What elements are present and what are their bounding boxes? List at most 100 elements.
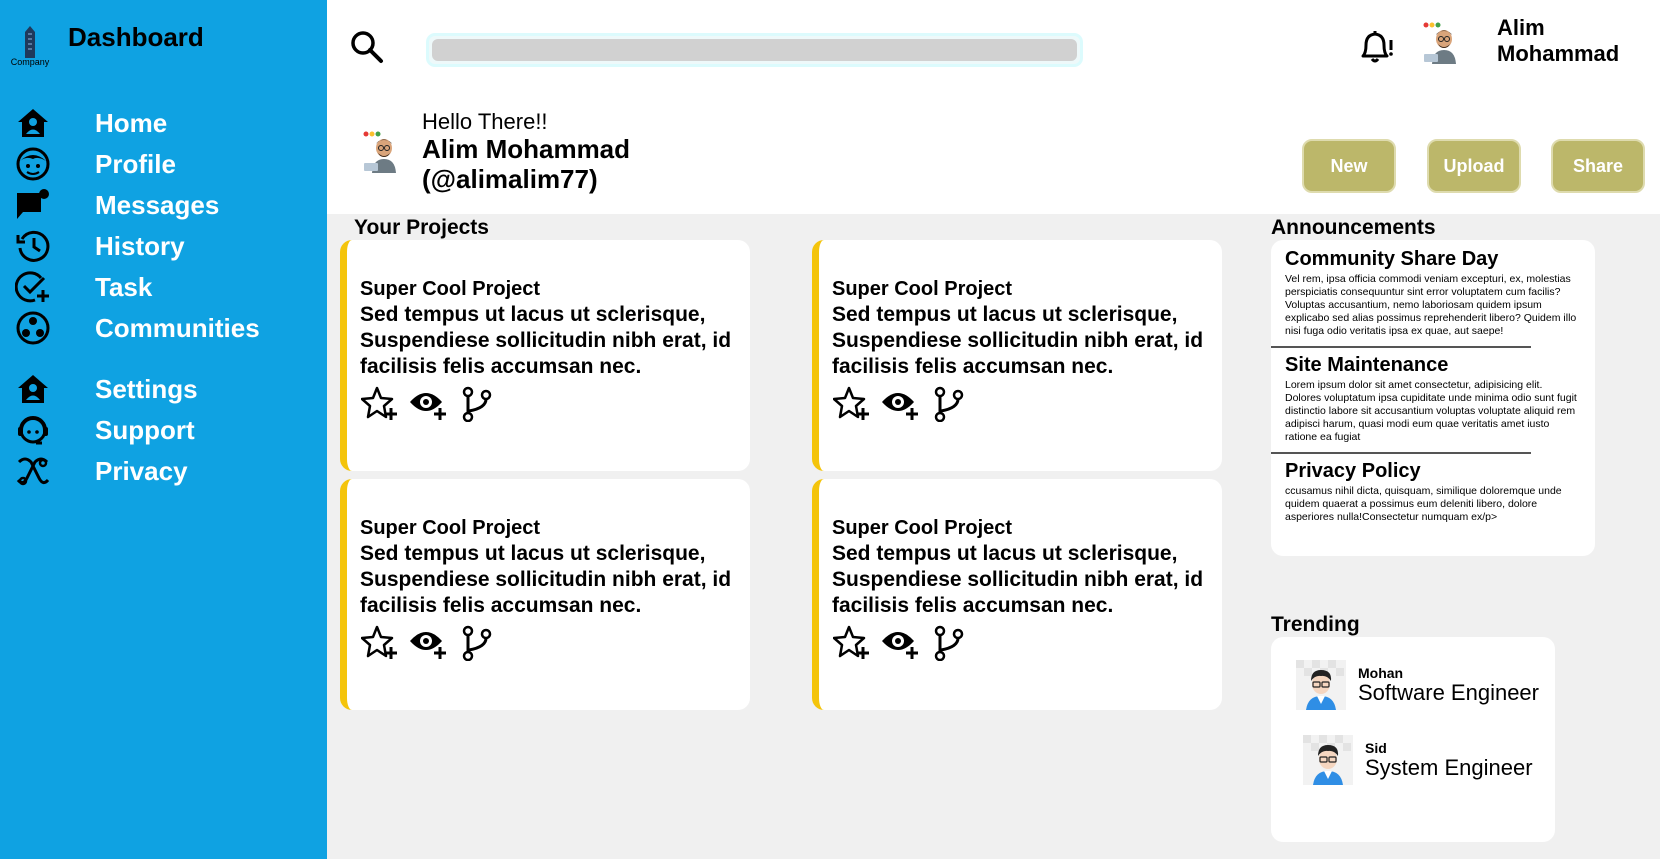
announcement-title: Community Share Day [1285,248,1499,270]
announcement-item[interactable]: Privacy Policy ccusamus nihil dicta, qui… [1285,460,1581,530]
notification-bell-icon[interactable] [1357,28,1395,66]
greeting-text: Hello There!! [422,109,548,134]
announcement-item[interactable]: Site Maintenance Lorem ipsum dolor sit a… [1285,354,1581,450]
brand[interactable]: Company [8,24,52,67]
sidebar-item-settings[interactable]: Settings [14,370,314,408]
sidebar-item-label: Privacy [95,455,188,486]
sidebar-item-label: Profile [95,148,176,179]
avatar[interactable] [1420,20,1464,69]
divider [1271,452,1531,454]
trending-panel: Mohan Software Engineer Sid System Engin… [1271,637,1555,842]
sidebar-item-label: History [95,230,185,261]
project-actions [360,386,750,422]
sidebar-item-home[interactable]: Home [14,104,314,142]
project-description: Sed tempus ut lacus ut sclerisque, Suspe… [832,542,1204,617]
announcement-body: ccusamus nihil dicta, quisquam, similiqu… [1285,485,1562,523]
company-logo-icon [25,26,35,58]
project-title: Super Cool Project [360,517,541,539]
user-avatar-icon [363,131,396,173]
project-title: Super Cool Project [832,517,1013,539]
settings-icon [14,370,52,408]
trending-item[interactable]: Sid System Engineer [1303,735,1533,785]
trending-name: Mohan [1358,664,1404,681]
sidebar-item-communities[interactable]: Communities [14,309,314,347]
profile-name: Alim Mohammad (@alimalim77) [422,134,631,194]
sidebar-item-privacy[interactable]: Privacy [14,452,314,490]
support-icon [14,411,52,449]
star-add-icon[interactable] [832,386,872,422]
watch-add-icon[interactable] [408,386,448,422]
project-actions [360,625,750,661]
new-button[interactable]: New [1302,139,1396,193]
communities-icon [14,309,52,347]
trending-name: Sid [1365,739,1387,756]
sidebar-item-messages[interactable]: Messages [14,186,314,224]
watch-add-icon[interactable] [880,625,920,661]
announcement-item[interactable]: Community Share Day Vel rem, ipsa offici… [1285,248,1581,344]
avatar [360,129,404,178]
fork-icon[interactable] [928,625,968,661]
announcements-title: Announcements [1271,216,1436,239]
dashboard-title: Dashboard [68,22,204,52]
announcement-body: Vel rem, ipsa officia commodi veniam exc… [1285,273,1577,337]
profile-icon [14,145,52,183]
search-input[interactable] [432,39,1077,61]
announcement-title: Privacy Policy [1285,460,1421,482]
divider [1271,346,1531,348]
brand-name: Company [10,57,50,67]
task-icon [14,268,52,306]
sidebar-item-profile[interactable]: Profile [14,145,314,183]
sidebar-item-label: Settings [95,373,198,404]
announcements-panel: Community Share Day Vel rem, ipsa offici… [1271,240,1595,556]
project-card[interactable]: Super Cool Project Sed tempus ut lacus u… [812,240,1222,471]
upload-button[interactable]: Upload [1427,139,1521,193]
sidebar-item-label: Support [95,414,195,445]
privacy-icon [14,452,52,490]
history-icon [14,227,52,265]
sidebar-item-label: Communities [95,312,260,343]
messages-icon [14,186,52,224]
fork-icon[interactable] [928,386,968,422]
share-button[interactable]: Share [1551,139,1645,193]
sidebar-item-history[interactable]: History [14,227,314,265]
trending-title: Trending [1271,613,1360,636]
projects-title: Your Projects [354,216,489,239]
user-avatar-icon [1303,735,1353,785]
fork-icon[interactable] [456,386,496,422]
watch-add-icon[interactable] [408,625,448,661]
trending-text: Sid System Engineer [1365,740,1533,781]
search-bar [426,33,1083,67]
fork-icon[interactable] [456,625,496,661]
star-add-icon[interactable] [832,625,872,661]
sidebar-item-label: Task [95,271,153,302]
sidebar: Company Dashboard Home Profile Messages … [0,0,327,859]
home-icon [14,104,52,142]
star-add-icon[interactable] [360,386,400,422]
project-description: Sed tempus ut lacus ut sclerisque, Suspe… [360,542,732,617]
project-title: Super Cool Project [360,278,541,300]
project-description: Sed tempus ut lacus ut sclerisque, Suspe… [832,303,1204,378]
sidebar-item-support[interactable]: Support [14,411,314,449]
project-card[interactable]: Super Cool Project Sed tempus ut lacus u… [340,479,750,710]
watch-add-icon[interactable] [880,386,920,422]
announcement-body: Lorem ipsum dolor sit amet consectetur, … [1285,379,1577,443]
trending-role: System Engineer [1365,754,1533,780]
search-icon[interactable] [350,30,384,64]
sidebar-item-task[interactable]: Task [14,268,314,306]
sidebar-item-label: Messages [95,189,220,220]
user-avatar-icon [1296,660,1346,710]
project-actions [832,625,1222,661]
sidebar-item-label: Home [95,107,168,138]
project-card[interactable]: Super Cool Project Sed tempus ut lacus u… [812,479,1222,710]
announcement-title: Site Maintenance [1285,354,1449,376]
trending-role: Software Engineer [1358,679,1539,705]
header: Alim Mohammad Hello There!! Alim Mohamma… [327,0,1660,214]
trending-text: Mohan Software Engineer [1358,665,1539,706]
project-title: Super Cool Project [832,278,1013,300]
star-add-icon[interactable] [360,625,400,661]
header-user-name[interactable]: Alim Mohammad [1497,15,1637,67]
project-actions [832,386,1222,422]
trending-item[interactable]: Mohan Software Engineer [1296,660,1539,710]
project-description: Sed tempus ut lacus ut sclerisque, Suspe… [360,303,732,378]
project-card[interactable]: Super Cool Project Sed tempus ut lacus u… [340,240,750,471]
